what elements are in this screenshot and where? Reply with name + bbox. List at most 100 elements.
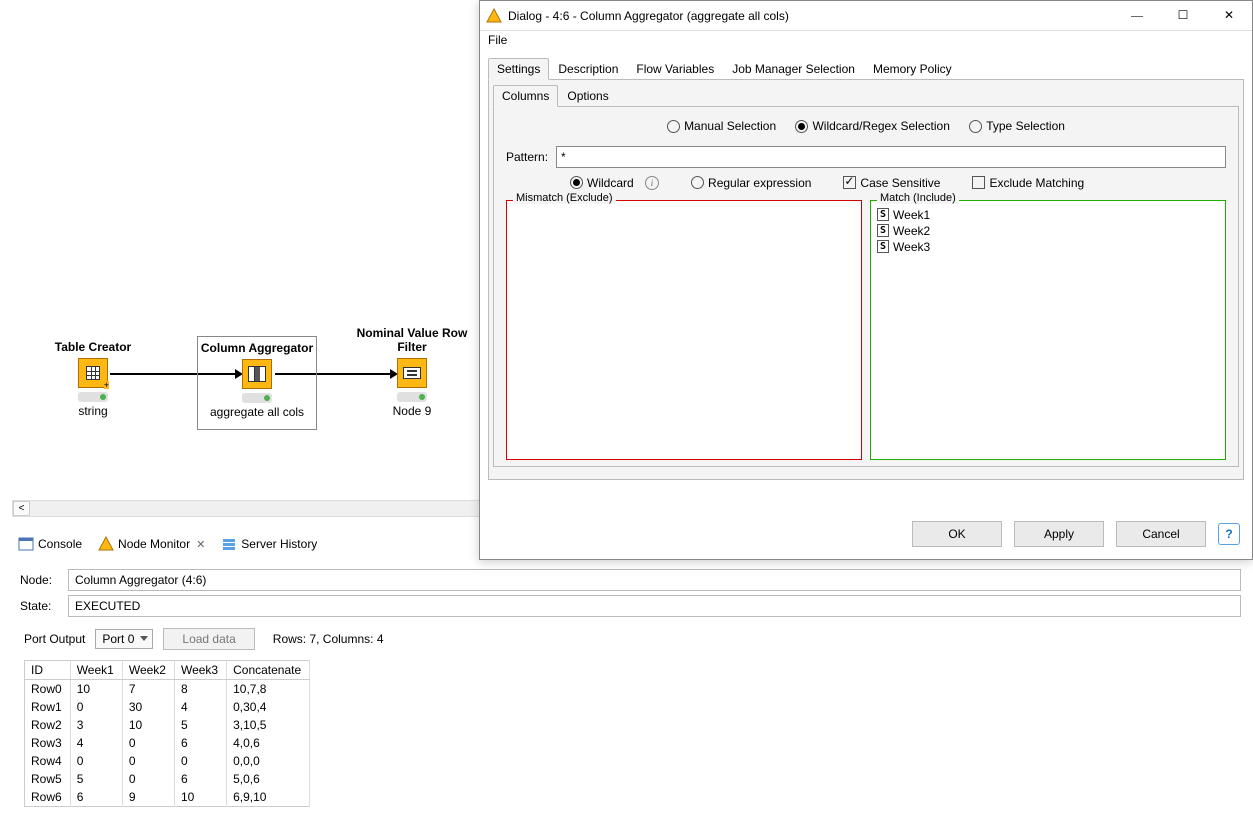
table-row[interactable]: Row231053,10,5 — [25, 716, 310, 734]
node-info-row: Node: Column Aggregator (4:6) — [20, 568, 1241, 592]
node-table-creator[interactable]: Table Creator + string — [33, 340, 153, 418]
node-status-green — [397, 392, 427, 402]
tab-columns[interactable]: Columns — [493, 85, 558, 107]
table-row[interactable]: Row0107810,7,8 — [25, 680, 310, 699]
state-value-field[interactable]: EXECUTED — [68, 595, 1241, 617]
apply-button[interactable]: Apply — [1014, 521, 1104, 547]
list-item-label: Week3 — [893, 240, 930, 254]
close-icon[interactable]: ✕ — [196, 538, 205, 551]
table-cell: 30 — [122, 698, 174, 716]
table-cell: 6 — [174, 770, 226, 788]
node-title: Nominal Value Row Filter — [352, 326, 472, 354]
tab-description[interactable]: Description — [549, 58, 627, 80]
table-cell: Row4 — [25, 752, 71, 770]
string-type-icon: S — [877, 208, 889, 221]
table-header[interactable]: ID — [25, 661, 71, 680]
node-nominal-value-row-filter[interactable]: Nominal Value Row Filter Node 9 — [352, 326, 472, 418]
table-cell: 6 — [174, 734, 226, 752]
mismatch-legend: Mismatch (Exclude) — [513, 192, 616, 204]
table-row[interactable]: Row669106,9,10 — [25, 788, 310, 807]
port-summary: Rows: 7, Columns: 4 — [273, 632, 384, 646]
node-title: Column Aggregator — [198, 341, 316, 355]
minimize-button[interactable]: — — [1114, 1, 1160, 31]
table-cell: 0,30,4 — [227, 698, 310, 716]
checkbox-case-sensitive[interactable]: Case Sensitive — [843, 176, 940, 190]
list-item-label: Week1 — [893, 208, 930, 222]
tab-node-monitor[interactable]: Node Monitor ✕ — [92, 534, 211, 554]
table-header[interactable]: Concatenate — [227, 661, 310, 680]
table-header[interactable]: Week3 — [174, 661, 226, 680]
info-icon[interactable]: i — [645, 176, 659, 190]
tab-server-history[interactable]: Server History — [215, 534, 323, 554]
table-cell: 9 — [122, 788, 174, 807]
dialog-button-bar: OK Apply Cancel ? — [912, 521, 1240, 547]
tab-label: Node Monitor — [118, 537, 190, 551]
table-cell: 0 — [122, 752, 174, 770]
radio-regex[interactable]: Regular expression — [691, 176, 811, 190]
table-row[interactable]: Row103040,30,4 — [25, 698, 310, 716]
ok-button[interactable]: OK — [912, 521, 1002, 547]
table-cell: 8 — [174, 680, 226, 699]
radio-wildcard-selection[interactable]: Wildcard/Regex Selection — [795, 119, 949, 133]
table-cell: 4,0,6 — [227, 734, 310, 752]
outer-tabstrip: Settings Description Flow Variables Job … — [488, 57, 1244, 80]
string-type-icon: S — [877, 240, 889, 253]
list-item[interactable]: SWeek2 — [875, 223, 1221, 239]
radio-manual-selection[interactable]: Manual Selection — [667, 119, 776, 133]
table-cell: 10 — [122, 716, 174, 734]
node-column-aggregator[interactable]: Column Aggregator aggregate all cols — [197, 336, 317, 430]
table-cell: 0 — [122, 734, 174, 752]
cancel-button[interactable]: Cancel — [1116, 521, 1206, 547]
tab-options[interactable]: Options — [558, 85, 617, 107]
load-data-button[interactable]: Load data — [163, 628, 254, 650]
tab-console[interactable]: Console — [12, 534, 88, 554]
list-item[interactable]: S Week3 — [875, 239, 1221, 255]
table-row[interactable]: Row40000,0,0 — [25, 752, 310, 770]
table-header[interactable]: Week1 — [70, 661, 122, 680]
node-status-green — [78, 392, 108, 402]
table-cell: 5 — [174, 716, 226, 734]
table-header[interactable]: Week2 — [122, 661, 174, 680]
menu-file[interactable]: File — [488, 33, 507, 47]
table-cell: 0 — [174, 752, 226, 770]
radio-wildcard[interactable]: Wildcard i — [570, 176, 659, 190]
pattern-input[interactable] — [556, 146, 1226, 168]
maximize-button[interactable]: ☐ — [1160, 1, 1206, 31]
match-listbox[interactable]: Match (Include) SWeek1SWeek2SWeek3 — [870, 200, 1226, 460]
radio-type-selection[interactable]: Type Selection — [969, 119, 1065, 133]
tab-memory-policy[interactable]: Memory Policy — [864, 58, 961, 80]
scroll-left-button[interactable]: < — [13, 501, 30, 516]
tab-job-manager[interactable]: Job Manager Selection — [723, 58, 864, 80]
node-icon: + — [78, 358, 108, 388]
table-row[interactable]: Row34064,0,6 — [25, 734, 310, 752]
table-row[interactable]: Row55065,0,6 — [25, 770, 310, 788]
table-cell: 3,10,5 — [227, 716, 310, 734]
port-output-row: Port Output Port 0 Load data Rows: 7, Co… — [24, 628, 384, 650]
window-title: Dialog - 4:6 - Column Aggregator (aggreg… — [508, 9, 1114, 23]
list-item[interactable]: S Week1 — [875, 207, 1221, 223]
checkbox-exclude-matching[interactable]: Exclude Matching — [972, 176, 1084, 190]
node-status-green — [242, 393, 272, 403]
table-cell: Row0 — [25, 680, 71, 699]
tab-flow-variables[interactable]: Flow Variables — [627, 58, 723, 80]
output-table[interactable]: IDWeek1Week2Week3Concatenate Row0107810,… — [24, 660, 310, 807]
table-cell: Row1 — [25, 698, 71, 716]
titlebar[interactable]: Dialog - 4:6 - Column Aggregator (aggreg… — [480, 1, 1252, 31]
plus-icon: + — [104, 381, 109, 389]
app-icon — [486, 8, 502, 24]
table-cell: 0,0,0 — [227, 752, 310, 770]
menu-bar: File — [480, 31, 1252, 53]
list-item-label: Week2 — [893, 224, 930, 238]
console-icon — [18, 536, 34, 552]
node-title: Table Creator — [33, 340, 153, 354]
state-label: State: — [20, 599, 60, 613]
mismatch-listbox[interactable]: Mismatch (Exclude) — [506, 200, 862, 460]
port-select[interactable]: Port 0 — [95, 629, 153, 649]
node-value-field[interactable]: Column Aggregator (4:6) — [68, 569, 1241, 591]
tab-settings[interactable]: Settings — [488, 58, 549, 80]
table-cell: Row2 — [25, 716, 71, 734]
table-cell: 10,7,8 — [227, 680, 310, 699]
table-cell: 6,9,10 — [227, 788, 310, 807]
close-button[interactable]: ✕ — [1206, 1, 1252, 31]
help-button[interactable]: ? — [1218, 523, 1240, 545]
